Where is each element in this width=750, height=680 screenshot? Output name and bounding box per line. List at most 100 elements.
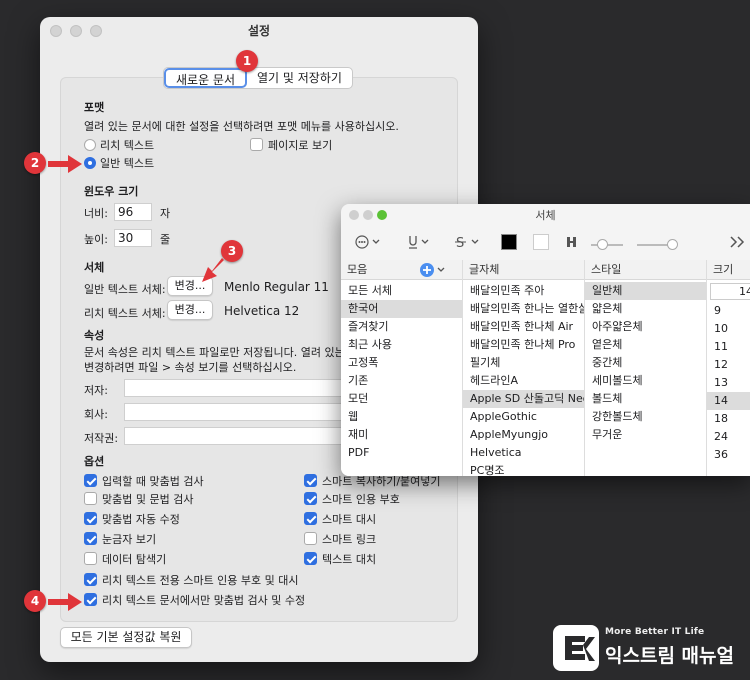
restore-defaults-button[interactable]: 모든 기본 설정값 복원 [60, 627, 192, 648]
font-family-item[interactable]: Apple SD 산돌고딕 Neo [463, 390, 584, 408]
window-size-heading: 윈도우 크기 [84, 185, 139, 198]
font-family-item[interactable]: AppleMyungjo [463, 426, 584, 444]
plain-text-option[interactable]: 일반 텍스트 [84, 155, 154, 171]
option-spelling-grammar[interactable]: 맞춤법 및 문법 검사 [84, 491, 193, 507]
option-checkbox[interactable] [304, 552, 317, 565]
size-input[interactable]: 14 [710, 283, 750, 300]
plain-text-radio[interactable] [84, 157, 96, 169]
collection-item[interactable]: 웹 [341, 408, 462, 426]
change-rich-font-button[interactable]: 변경... [167, 300, 213, 320]
brand-logo-icon [553, 625, 599, 671]
font-family-item[interactable]: 필기체 [463, 354, 584, 372]
font-size-item[interactable]: 11 [707, 338, 750, 356]
font-family-item[interactable]: AppleGothic [463, 408, 584, 426]
actions-menu-icon[interactable] [355, 234, 385, 250]
plain-font-label: 일반 텍스트 서체: [84, 283, 166, 296]
step-badge-2: 2 [24, 152, 46, 174]
font-size-item[interactable]: 13 [707, 374, 750, 392]
collection-item[interactable]: 고정폭 [341, 354, 462, 372]
font-size-item[interactable]: 9 [707, 302, 750, 320]
option-checkbox[interactable] [84, 492, 97, 505]
option-checkbox[interactable] [304, 512, 317, 525]
font-style-item[interactable]: 일반체 [585, 282, 706, 300]
font-size-item[interactable]: 14 [707, 392, 750, 410]
font-family-item[interactable]: 배달의민족 주아 [463, 282, 584, 300]
option-correct-spelling[interactable]: 맞춤법 자동 수정 [84, 511, 180, 527]
font-style-item[interactable]: 얇은체 [585, 300, 706, 318]
font-family-item[interactable]: 헤드라인A [463, 372, 584, 390]
font-size-item[interactable]: 18 [707, 410, 750, 428]
option-show-ruler[interactable]: 눈금자 보기 [84, 531, 156, 547]
option-check-spelling[interactable]: 입력할 때 맞춤법 검사 [84, 473, 204, 489]
step-arrow-4 [48, 593, 82, 611]
collection-item[interactable]: 즐겨찾기 [341, 318, 462, 336]
font-size-item[interactable]: 12 [707, 356, 750, 374]
font-style-item[interactable]: 무거운 [585, 426, 706, 444]
slider-knob[interactable] [667, 239, 678, 250]
font-family-item[interactable]: Helvetica [463, 444, 584, 462]
tab-new-document[interactable]: 새로운 문서 [164, 68, 248, 88]
font-size-item[interactable]: 24 [707, 428, 750, 446]
option-data-detectors[interactable]: 데이터 탐색기 [84, 551, 166, 567]
option-checkbox[interactable] [84, 512, 97, 525]
collection-item[interactable]: 모든 서체 [341, 282, 462, 300]
option-checkbox[interactable] [84, 552, 97, 565]
collection-item[interactable]: 기존 [341, 372, 462, 390]
option-smart-dashes[interactable]: 스마트 대시 [304, 511, 376, 527]
option-smart-quotes[interactable]: 스마트 인용 부호 [304, 491, 400, 507]
rich-text-radio[interactable] [84, 139, 96, 151]
family-column: 글자체 배달의민족 주아 배달의민족 한나는 열한살 배달의민족 한나체 Air 배달… [463, 260, 585, 476]
wrap-to-page-checkbox[interactable] [250, 138, 263, 151]
strikethrough-icon[interactable]: S [455, 234, 483, 250]
option-checkbox[interactable] [84, 474, 97, 487]
company-input[interactable] [124, 403, 344, 421]
tab-open-and-save[interactable]: 열기 및 저장하기 [247, 68, 352, 88]
option-checkbox[interactable] [84, 532, 97, 545]
font-style-item[interactable]: 강한볼드체 [585, 408, 706, 426]
underline-icon[interactable] [407, 234, 433, 250]
font-style-item[interactable]: 아주얇은체 [585, 318, 706, 336]
font-size-item[interactable]: 10 [707, 320, 750, 338]
collection-item[interactable]: 최근 사용 [341, 336, 462, 354]
author-input[interactable] [124, 379, 344, 397]
font-style-item[interactable]: 볼드체 [585, 390, 706, 408]
option-smart-links[interactable]: 스마트 링크 [304, 531, 376, 547]
option-rich-text-spell-only[interactable]: 리치 텍스트 문서에서만 맞춤법 검사 및 수정 [84, 592, 305, 608]
add-collection-icon[interactable] [419, 262, 449, 278]
collections-list: 모든 서체 한국어 즐겨찾기 최근 사용 고정폭 기존 모던 웹 재미 PDF [341, 282, 462, 462]
collections-column: 모음 모든 서체 한국어 즐겨찾기 최근 사용 고정폭 기존 모던 웹 재미 PDF [341, 260, 463, 476]
document-color-swatch[interactable] [533, 234, 549, 250]
copyright-input[interactable] [124, 427, 344, 445]
collection-item[interactable]: 재미 [341, 426, 462, 444]
text-color-swatch[interactable] [501, 234, 517, 250]
properties-description-1: 문서 속성은 리치 텍스트 파일로만 저장됩니다. 열려 있는 문 [84, 346, 359, 359]
step-badge-1: 1 [236, 50, 258, 72]
option-checkbox[interactable] [84, 573, 97, 586]
collection-item[interactable]: 한국어 [341, 300, 462, 318]
font-family-item[interactable]: 배달의민족 한나체 Pro [463, 336, 584, 354]
watermark-tagline: More Better IT Life [605, 627, 705, 637]
slider-knob[interactable] [597, 239, 608, 250]
option-rich-text-smart-quotes[interactable]: 리치 텍스트 전용 스마트 인용 부호 및 대시 [84, 572, 299, 588]
more-chevron-icon[interactable] [729, 235, 747, 249]
font-family-item[interactable]: PC명조 [463, 462, 584, 476]
font-size-item[interactable]: 36 [707, 446, 750, 464]
width-input[interactable]: 96 [114, 203, 152, 221]
font-family-item[interactable]: 배달의민족 한나는 열한살 [463, 300, 584, 318]
option-checkbox[interactable] [304, 492, 317, 505]
option-checkbox[interactable] [304, 474, 317, 487]
option-checkbox[interactable] [84, 593, 97, 606]
font-style-item[interactable]: 중간체 [585, 354, 706, 372]
collections-header: 모음 [341, 260, 462, 280]
height-input[interactable]: 30 [114, 229, 152, 247]
rich-text-option[interactable]: 리치 텍스트 [84, 137, 154, 153]
font-style-item[interactable]: 세미볼드체 [585, 372, 706, 390]
option-checkbox[interactable] [304, 532, 317, 545]
font-style-item[interactable]: 옅은체 [585, 336, 706, 354]
text-shadow-icon[interactable] [565, 234, 579, 250]
collection-item[interactable]: 모던 [341, 390, 462, 408]
option-text-replacement[interactable]: 텍스트 대치 [304, 551, 376, 567]
collection-item[interactable]: PDF [341, 444, 462, 462]
wrap-to-page-option[interactable]: 페이지로 보기 [250, 137, 332, 153]
font-family-item[interactable]: 배달의민족 한나체 Air [463, 318, 584, 336]
